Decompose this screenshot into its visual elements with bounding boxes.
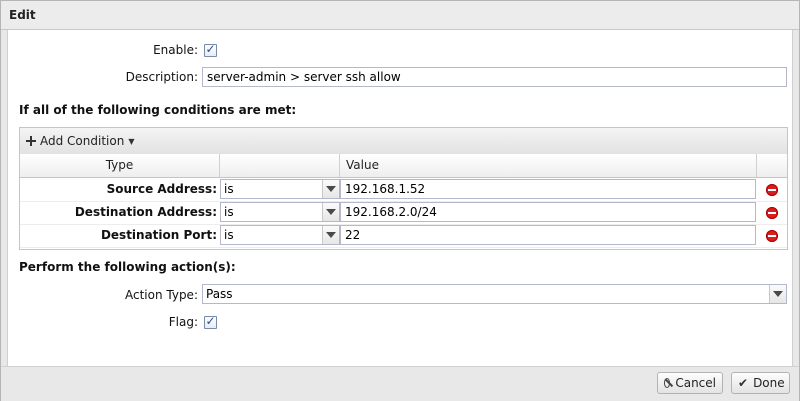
column-header-actions [757, 154, 787, 177]
condition-type-label: Destination Port: [100, 228, 217, 242]
grid-header: Type Value [20, 154, 787, 178]
conditions-grid: Add Condition ▼ Type Value Source Addres… [19, 127, 788, 250]
condition-operator-select[interactable]: is [220, 179, 340, 199]
operator-value: is [224, 228, 234, 242]
column-value-label: Value [346, 158, 379, 172]
condition-value-input[interactable]: 22 [340, 225, 756, 245]
check-icon: ✓ [205, 42, 216, 56]
enable-label: Enable: [153, 43, 198, 57]
grid-toolbar: Add Condition ▼ [20, 128, 787, 155]
action-type-select[interactable]: Pass [202, 284, 787, 304]
action-type-label: Action Type: [124, 288, 198, 302]
chevron-down-icon[interactable] [769, 285, 786, 303]
column-type-label: Type [105, 158, 134, 172]
operator-value: is [224, 205, 234, 219]
add-condition-button[interactable]: Add Condition ▼ [26, 132, 134, 150]
condition-type-label: Source Address: [106, 182, 217, 196]
flag-label: Flag: [168, 315, 198, 329]
check-icon: ✔ [738, 376, 749, 390]
action-type-value: Pass [206, 287, 233, 301]
dialog-titlebar[interactable]: Edit [1, 1, 799, 30]
enable-checkbox[interactable]: ✓ [204, 42, 217, 57]
condition-type-label: Destination Address: [74, 205, 217, 219]
dialog-footer: Cancel ✔ Done [1, 366, 799, 401]
done-button[interactable]: ✔ Done [731, 372, 790, 394]
condition-row: Destination Port: is 22 [20, 224, 787, 248]
actions-heading: Perform the following action(s): [19, 260, 236, 274]
flag-checkbox[interactable]: ✓ [204, 314, 217, 329]
cancel-label: Cancel [675, 376, 716, 390]
caret-down-icon: ▼ [128, 136, 135, 146]
plus-icon [26, 136, 36, 146]
operator-value: is [224, 182, 234, 196]
condition-operator-select[interactable]: is [220, 202, 340, 222]
column-header-value[interactable]: Value [340, 154, 757, 177]
add-condition-label: Add Condition [40, 134, 125, 148]
done-label: Done [753, 376, 785, 390]
edit-dialog: Edit Enable: ✓ Description: server-admin… [0, 0, 800, 401]
cancel-icon [664, 378, 671, 388]
column-header-type[interactable]: Type [20, 154, 220, 177]
conditions-heading: If all of the following conditions are m… [19, 103, 297, 117]
remove-icon[interactable] [766, 230, 778, 242]
description-input[interactable]: server-admin > server ssh allow [202, 67, 787, 87]
chevron-down-icon[interactable] [322, 226, 339, 244]
column-header-operator[interactable] [220, 154, 340, 177]
condition-value-input[interactable]: 192.168.2.0/24 [340, 202, 756, 222]
check-icon: ✓ [205, 314, 216, 328]
condition-value-input[interactable]: 192.168.1.52 [340, 179, 756, 199]
condition-operator-select[interactable]: is [220, 225, 340, 245]
cancel-button[interactable]: Cancel [657, 372, 723, 394]
condition-row: Source Address: is 192.168.1.52 [20, 178, 787, 202]
remove-icon[interactable] [766, 207, 778, 219]
chevron-down-icon[interactable] [322, 180, 339, 198]
remove-icon[interactable] [766, 184, 778, 196]
dialog-body: Enable: ✓ Description: server-admin > se… [7, 30, 793, 366]
description-label: Description: [125, 70, 198, 84]
dialog-title: Edit [9, 8, 36, 22]
condition-row: Destination Address: is 192.168.2.0/24 [20, 201, 787, 225]
chevron-down-icon[interactable] [322, 203, 339, 221]
